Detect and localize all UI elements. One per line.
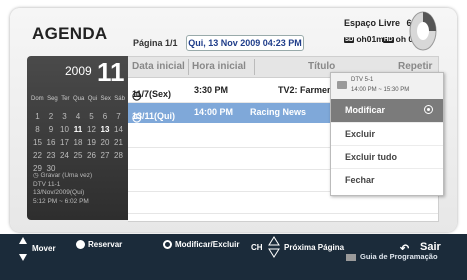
calendar-day[interactable]: 1: [31, 110, 44, 123]
context-menu: DTV 5-1 14:00 PM ~ 15:30 PM Modificar Ex…: [330, 72, 444, 196]
calendar-panel: 2009 11 Dom Seg Ter Qua Qui Sex Sáb 1234567891…: [27, 56, 128, 220]
calendar-day[interactable]: 26: [85, 149, 98, 162]
help-reserve-label: Reservar: [88, 240, 123, 249]
calendar-day[interactable]: 22: [31, 149, 44, 162]
calendar-year: 2009: [65, 64, 92, 78]
row-time: 14:00 PM: [194, 107, 234, 117]
calendar-day[interactable]: 17: [58, 136, 71, 149]
calendar-day[interactable]: 21: [112, 136, 125, 149]
calendar-day[interactable]: 15: [31, 136, 44, 149]
col-start-date[interactable]: Data inicial: [132, 61, 185, 72]
calendar-day[interactable]: 23: [45, 149, 58, 162]
page-title: AGENDA: [32, 24, 108, 43]
help-modify-label: Modificar/Excluir: [175, 240, 240, 249]
menu-header: DTV 5-1 14:00 PM ~ 15:30 PM: [331, 73, 443, 100]
row-title: Racing News: [250, 107, 307, 117]
calendar-day: [112, 162, 125, 175]
menu-item-close[interactable]: Fechar: [331, 168, 443, 191]
gray-button-icon: [346, 253, 356, 261]
calendar-day[interactable]: 10: [58, 123, 71, 136]
help-next-page-label: Próxima Página: [284, 243, 345, 252]
col-repeat[interactable]: Repetir: [398, 61, 432, 72]
help-next-page: CH Próxima Página: [251, 236, 344, 258]
calendar-week: 1234567: [31, 110, 125, 123]
free-space-label: Espaço Livre: [344, 18, 401, 28]
weekday-label: Dom: [31, 96, 44, 102]
help-guide[interactable]: Guia de Programação: [346, 252, 438, 261]
calendar-day[interactable]: 4: [72, 110, 85, 123]
channel-icon: [337, 81, 347, 89]
weekday-label: Sex: [100, 96, 111, 102]
ok-button-icon: [424, 105, 433, 114]
calendar-day[interactable]: 25: [72, 149, 85, 162]
calendar-day[interactable]: 5: [85, 110, 98, 123]
menu-item-modify[interactable]: Modificar: [331, 99, 443, 122]
calendar-week: 15 16 17 18 19 20 21: [31, 136, 125, 149]
row-title: TV2: Farmen: [278, 85, 333, 95]
menu-channel: DTV 5-1: [351, 77, 374, 83]
weekday-label: Seg: [47, 96, 58, 102]
sd-remaining: SD oh01m: [344, 34, 384, 44]
sd-badge: SD: [344, 37, 355, 43]
row-time: 3:30 PM: [194, 85, 229, 95]
help-modify: Modificar/Excluir: [163, 240, 240, 250]
weekday-label: Ter: [61, 96, 70, 102]
calendar-day[interactable]: 27: [99, 149, 112, 162]
calendar-day[interactable]: 28: [112, 149, 125, 162]
help-move-label: Mover: [32, 244, 56, 253]
calendar-day[interactable]: 16: [45, 136, 58, 149]
button-icon: [76, 240, 85, 250]
sd-time: oh01m: [356, 34, 384, 44]
calendar-day[interactable]: 13: [99, 123, 112, 136]
calendar-weekdays: Dom Seg Ter Qua Qui Sex Sáb: [31, 96, 125, 102]
footer-help-bar: Mover Reservar Modificar/Excluir CH Próx…: [0, 234, 467, 280]
calendar-day[interactable]: 7: [112, 110, 125, 123]
guide-label: Guia de Programação: [360, 252, 438, 261]
calendar-day[interactable]: 14: [112, 123, 125, 136]
page-indicator: Página 1/1: [133, 38, 178, 48]
channel-updown-icon: [268, 236, 280, 258]
menu-time: 14:00 PM ~ 15:30 PM: [351, 87, 410, 93]
recording-info-line: ◷ Gravar (Uma vez): [33, 172, 93, 179]
calendar-week: 8 9 10 11 12 13 14: [31, 123, 125, 136]
col-start-time[interactable]: Hora inicial: [192, 61, 246, 72]
recording-info: ◷ Gravar (Uma vez) DTV 11-1 13/Nov/2009(Qu…: [33, 172, 92, 206]
calendar-month: 11: [97, 57, 125, 87]
menu-item-delete-all[interactable]: Excluir tudo: [331, 145, 443, 168]
current-datetime: Qui, 13 Nov 2009 04:23 PM: [186, 35, 304, 51]
calendar-day[interactable]: 20: [99, 136, 112, 149]
help-reserve: Reservar: [76, 240, 123, 250]
disk-usage-icon: [409, 11, 437, 51]
calendar-day: [99, 162, 112, 175]
agenda-screen: AGENDA Página 1/1 Qui, 13 Nov 2009 04:23…: [0, 0, 467, 280]
calendar-day[interactable]: 11: [72, 123, 85, 136]
calendar-day[interactable]: 2: [45, 110, 58, 123]
weekday-label: Qua: [72, 96, 85, 102]
weekday-label: Sáb: [114, 96, 125, 102]
calendar-day[interactable]: 8: [31, 123, 44, 136]
calendar-day[interactable]: 9: [45, 123, 58, 136]
menu-item-delete[interactable]: Excluir: [331, 122, 443, 145]
col-title[interactable]: Título: [308, 61, 335, 72]
calendar-day[interactable]: 24: [58, 149, 71, 162]
calendar-grid: 1 2 3 4 5 6 7 8 9 10 11 12 13 14 15 16 17 18 19 20 21 22 23 24 2…: [31, 110, 125, 175]
recording-info-line: DTV 11-1: [33, 180, 61, 188]
recording-info-line: 5:12 PM ~ 6:02 PM: [33, 197, 89, 205]
recording-info-line: 13/Nov/2009(Qui): [33, 189, 85, 196]
calendar-week: 22 23 24 25 26 27 28: [31, 149, 125, 162]
ok-icon: [163, 240, 172, 250]
calendar-day[interactable]: 3: [58, 110, 71, 123]
calendar-day[interactable]: 18: [72, 136, 85, 149]
calendar-day[interactable]: 6: [99, 110, 112, 123]
hd-badge: HD: [383, 37, 394, 43]
calendar-day[interactable]: 19: [85, 136, 98, 149]
calendar-day[interactable]: 12: [85, 123, 98, 136]
weekday-label: Qui: [87, 96, 98, 102]
help-ch-label: CH: [251, 243, 263, 252]
up-down-arrows-icon: [19, 237, 27, 261]
